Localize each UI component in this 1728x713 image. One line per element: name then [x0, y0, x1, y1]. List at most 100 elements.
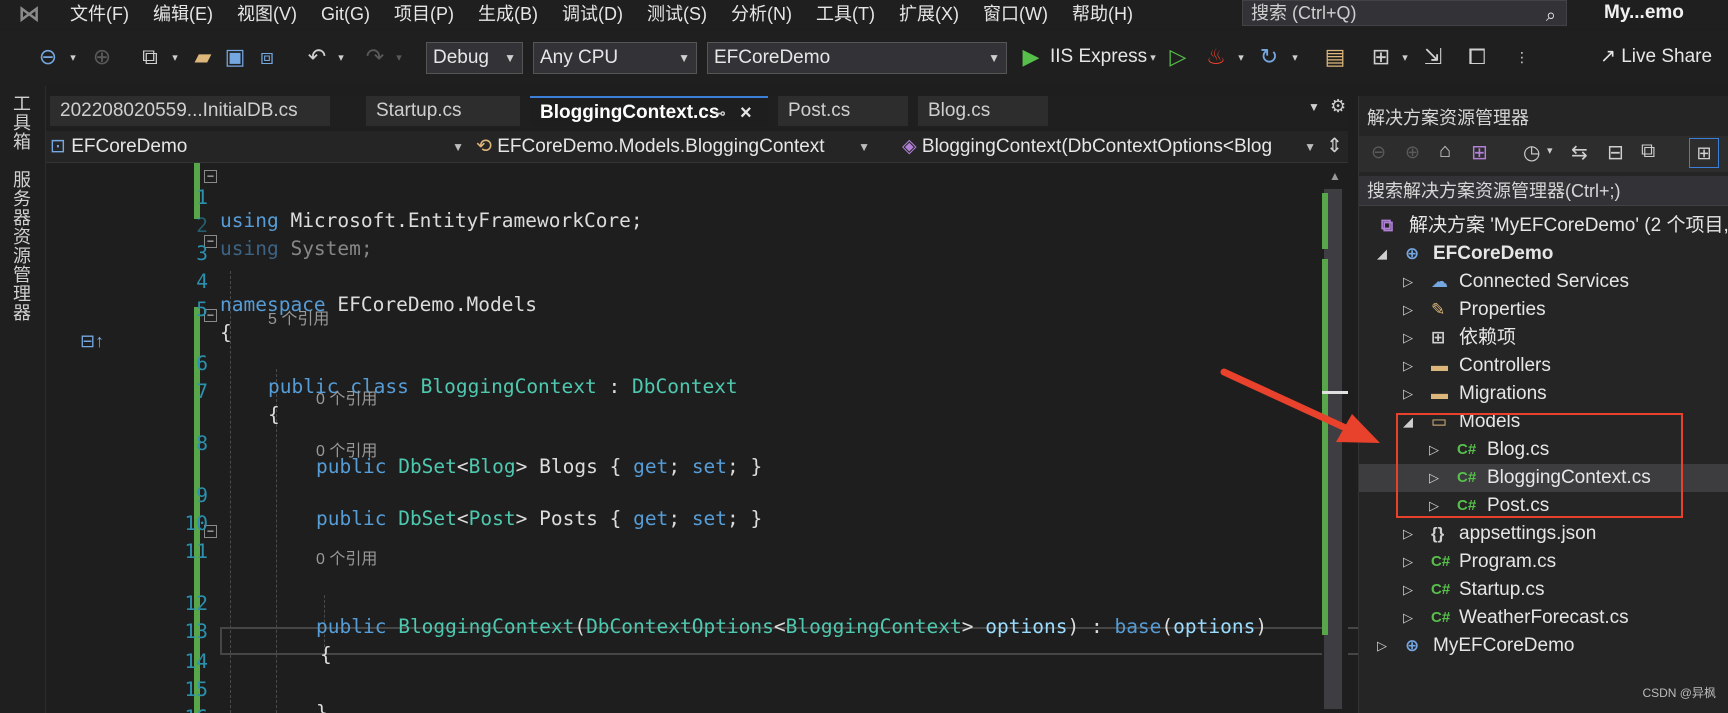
codelens-references[interactable]: 0 个引用 — [316, 437, 377, 461]
refresh-dropdown-icon[interactable]: ▾ — [1288, 42, 1302, 72]
gear-icon[interactable]: ⚙ — [1330, 96, 1346, 117]
step-over-icon[interactable]: ⇲ — [1420, 42, 1446, 72]
start-debugging-icon[interactable]: ▶ — [1020, 42, 1042, 72]
tree-item-solution[interactable]: ⧉ 解决方案 'MyEFCoreDemo' (2 个项目, — [1359, 212, 1728, 240]
undo-dropdown-icon[interactable]: ▾ — [334, 42, 348, 72]
collapsed-chevron-icon[interactable]: ▷ — [1377, 632, 1387, 660]
menu-build[interactable]: 生成(B) — [466, 1, 550, 27]
new-item-dropdown-icon[interactable]: ▾ — [168, 42, 182, 72]
menu-tools[interactable]: 工具(T) — [804, 1, 887, 27]
project-nav-select[interactable]: ⊡ EFCoreDemo ▼ — [50, 133, 470, 161]
collapsed-chevron-icon[interactable]: ▷ — [1403, 268, 1413, 296]
run-target-label[interactable]: IIS Express — [1050, 42, 1147, 74]
tree-item-controllers[interactable]: ▷ ▬ Controllers — [1359, 352, 1728, 380]
global-search-box[interactable]: 搜索 (Ctrl+Q) ⌕ — [1242, 0, 1567, 26]
redo-dropdown-icon[interactable]: ▾ — [392, 42, 406, 72]
tab-post[interactable]: Post.cs — [778, 96, 908, 126]
menu-test[interactable]: 测试(S) — [635, 1, 719, 27]
pin-icon[interactable]: ⊸ — [714, 98, 726, 126]
codelens-references[interactable]: 0 个引用 — [316, 385, 377, 409]
layout-dropdown-icon[interactable]: ▾ — [1398, 42, 1412, 72]
split-editor-icon[interactable]: ⇕ — [1326, 133, 1343, 158]
tab-blog[interactable]: Blog.cs — [918, 96, 1048, 126]
save-icon[interactable]: ▣ — [222, 42, 248, 72]
undo-icon[interactable]: ↶ — [304, 42, 330, 72]
menu-debug[interactable]: 调试(D) — [550, 1, 635, 27]
run-target-dropdown-icon[interactable]: ▾ — [1146, 42, 1160, 72]
hot-reload-dropdown-icon[interactable]: ▾ — [1234, 42, 1248, 72]
tab-startup[interactable]: Startup.cs — [366, 96, 520, 126]
tree-item-program-cs[interactable]: ▷ C# Program.cs — [1359, 548, 1728, 576]
forward-icon[interactable]: ⊕ — [1405, 142, 1420, 163]
navigate-forward-icon[interactable]: ⊕ — [90, 42, 114, 72]
navigate-back-dropdown-icon[interactable]: ▾ — [66, 42, 80, 72]
collapsed-chevron-icon[interactable]: ▷ — [1403, 352, 1413, 380]
collapsed-chevron-icon[interactable]: ▷ — [1403, 380, 1413, 408]
document-outline-icon[interactable]: ⧠ — [1464, 42, 1490, 72]
preview-selected-items-icon[interactable]: ⊞ — [1689, 138, 1719, 168]
home-icon[interactable]: ⌂ — [1439, 140, 1451, 163]
collapse-all-icon[interactable]: ⊟ — [1607, 140, 1624, 165]
collapsed-chevron-icon[interactable]: ▷ — [1403, 296, 1413, 324]
new-project-icon[interactable]: ⧉ — [136, 42, 164, 72]
tree-item-weatherforecast-cs[interactable]: ▷ C# WeatherForecast.cs — [1359, 604, 1728, 632]
close-icon[interactable]: × — [740, 98, 752, 126]
back-icon[interactable]: ⊖ — [1371, 142, 1386, 163]
menu-window[interactable]: 窗口(W) — [971, 1, 1060, 27]
live-share-button[interactable]: ↗ Live Share — [1600, 42, 1712, 74]
show-all-files-icon[interactable]: ⧉ — [1641, 140, 1655, 163]
startup-project-select[interactable]: EFCoreDemo ▼ — [707, 42, 1007, 74]
tree-item-project-myefcoredemo[interactable]: ▷ ⊕ MyEFCoreDemo — [1359, 632, 1728, 660]
menu-edit[interactable]: 编辑(E) — [141, 1, 225, 27]
codelens-references[interactable]: 0 个引用 — [316, 545, 377, 569]
type-nav-select[interactable]: ⟲ EFCoreDemo.Models.BloggingContext ▼ — [476, 133, 876, 161]
collapsed-chevron-icon[interactable]: ▷ — [1403, 604, 1413, 632]
menu-file[interactable]: 文件(F) — [58, 1, 141, 27]
editor-vertical-scrollbar[interactable]: ▲ — [1322, 163, 1348, 713]
menu-extensions[interactable]: 扩展(X) — [887, 1, 971, 27]
toolbar-overflow-icon[interactable]: ⋮ — [1514, 42, 1530, 72]
tab-list-dropdown-icon[interactable]: ▼ — [1308, 100, 1320, 114]
save-all-icon[interactable]: ⧈ — [254, 42, 280, 72]
navigate-back-icon[interactable]: ⊖ — [36, 42, 60, 72]
expanded-chevron-icon[interactable]: ◢ — [1377, 240, 1387, 268]
codelens-references[interactable]: 5 个引用 — [268, 305, 329, 329]
code-editor[interactable]: ⊟↑ − − − − 1 using Microsoft.EntityFrame… — [46, 163, 1364, 713]
collapsed-chevron-icon[interactable]: ▷ — [1403, 576, 1413, 604]
tab-initialdb[interactable]: 202208020559...InitialDB.cs — [50, 96, 330, 126]
collapsed-chevron-icon[interactable]: ▷ — [1403, 548, 1413, 576]
open-in-explorer-icon[interactable]: ▤ — [1322, 42, 1348, 72]
member-nav-select[interactable]: ◈ BloggingContext(DbContextOptions<Blog … — [902, 133, 1322, 161]
tab-bloggingcontext[interactable]: BloggingContext.cs ⊸ × — [530, 96, 768, 126]
menu-git[interactable]: Git(G) — [309, 1, 382, 27]
visual-studio-logo-icon[interactable]: ⋈ — [0, 0, 58, 28]
menu-help[interactable]: 帮助(H) — [1060, 1, 1145, 27]
collapsed-chevron-icon[interactable]: ▷ — [1403, 520, 1413, 548]
tree-item-connected-services[interactable]: ▷ ☁ Connected Services — [1359, 268, 1728, 296]
toolbox-tab[interactable]: 工具箱 — [10, 94, 34, 151]
menu-analyze[interactable]: 分析(N) — [719, 1, 804, 27]
layout-window-icon[interactable]: ⊞ — [1368, 42, 1394, 72]
tree-item-dependencies[interactable]: ▷ ⊞ 依赖项 — [1359, 324, 1728, 352]
open-folder-icon[interactable]: ▰ — [190, 42, 216, 72]
server-explorer-tab[interactable]: 服务器资源管理器 — [10, 170, 34, 322]
hot-reload-icon[interactable]: ♨ — [1204, 42, 1228, 72]
tree-item-startup-cs[interactable]: ▷ C# Startup.cs — [1359, 576, 1728, 604]
menu-project[interactable]: 项目(P) — [382, 1, 466, 27]
solution-platform-select[interactable]: Any CPU ▼ — [533, 42, 697, 74]
browser-link-refresh-icon[interactable]: ↻ — [1256, 42, 1282, 72]
redo-icon[interactable]: ↷ — [362, 42, 388, 72]
solution-configuration-select[interactable]: Debug ▼ — [426, 42, 523, 74]
tree-item-appsettings[interactable]: ▷ {} appsettings.json — [1359, 520, 1728, 548]
scroll-up-icon[interactable]: ▲ — [1329, 169, 1341, 183]
collapsed-chevron-icon[interactable]: ▷ — [1403, 324, 1413, 352]
start-without-debugging-icon[interactable]: ▷ — [1166, 42, 1190, 72]
sync-with-active-document-icon[interactable]: ⇆ — [1571, 140, 1588, 165]
tree-item-properties[interactable]: ▷ ✎ Properties — [1359, 296, 1728, 324]
menu-view[interactable]: 视图(V) — [225, 1, 309, 27]
solution-explorer-search-input[interactable]: 搜索解决方案资源管理器(Ctrl+;) — [1359, 176, 1728, 206]
switch-views-icon[interactable]: ⊞ — [1471, 140, 1488, 165]
chevron-down-icon[interactable]: ▾ — [1547, 144, 1553, 157]
pending-changes-filter-icon[interactable]: ◷ — [1523, 140, 1540, 165]
tree-item-project-efcoredemo[interactable]: ◢ ⊕ EFCoreDemo — [1359, 240, 1728, 268]
